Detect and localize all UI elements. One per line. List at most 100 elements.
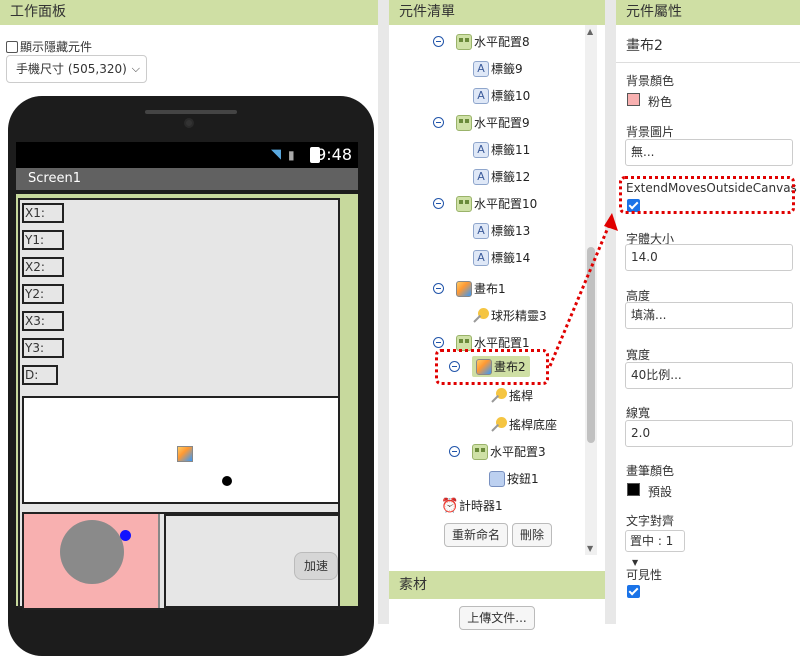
vertical-arrangement[interactable]: X1: Y1: X2: Y2: X3: Y3: D: 加速 [18, 198, 340, 610]
viewer-panel: 工作面板 顯示隱藏元件 手機尺寸 (505,320) ⌵ ◥ ▮ 9:48 Sc… [0, 0, 378, 656]
arrangement-icon [456, 195, 472, 212]
label-x3[interactable]: X3: [22, 311, 64, 331]
tree-item-joystick-base[interactable]: 搖桿底座 [491, 416, 557, 433]
tree-item-label: 標籤10 [491, 89, 531, 103]
status-time: 9:48 [316, 145, 352, 164]
tree-item-hbox9[interactable]: 水平配置9 [433, 114, 530, 131]
scroll-down-icon[interactable]: ▼ [587, 544, 593, 553]
bg-color-label: 背景顏色 [626, 74, 675, 88]
viewer-title: 工作面板 [0, 0, 378, 25]
tree-item-label: 標籤12 [491, 170, 531, 184]
upload-file-button[interactable]: 上傳文件... [459, 606, 535, 630]
width-field[interactable]: 40比例... [625, 362, 793, 389]
canvas-icon [177, 446, 193, 462]
tree-item-label12[interactable]: A 標籤12 [473, 168, 530, 185]
tree-item-hbox8[interactable]: 水平配置8 [433, 33, 530, 50]
tree-scrollbar[interactable]: ▲ ▼ [585, 25, 597, 555]
components-title: 元件清單 [389, 0, 605, 25]
tree-item-label: 標籤13 [491, 224, 531, 238]
screen-title-bar: Screen1 [16, 168, 358, 190]
line-width-field[interactable]: 2.0 [625, 420, 793, 447]
tree-item-hbox10[interactable]: 水平配置10 [433, 195, 537, 212]
tree-item-label: 球形精靈3 [491, 309, 547, 323]
label-x2[interactable]: X2: [22, 257, 64, 277]
tree-item-label10[interactable]: A 標籤10 [473, 87, 530, 104]
rename-button[interactable]: 重新命名 [444, 523, 508, 547]
height-field[interactable]: 填滿... [625, 302, 793, 329]
arrangement-icon [456, 114, 472, 131]
label-icon: A [473, 168, 489, 185]
bg-image-field[interactable]: 無... [625, 139, 793, 166]
collapse-icon[interactable] [433, 198, 444, 209]
canvas2[interactable] [24, 514, 160, 608]
collapse-icon[interactable] [433, 36, 444, 47]
scrollbar-thumb[interactable] [587, 247, 595, 443]
arrangement-icon [456, 33, 472, 50]
button-icon [489, 470, 505, 487]
tree-item-ball3[interactable]: 球形精靈3 [473, 307, 547, 324]
checkbox-box[interactable] [6, 40, 18, 53]
label-y2[interactable]: Y2: [22, 284, 64, 304]
tree-item-label: 標籤9 [491, 62, 523, 76]
label-d[interactable]: D: [22, 365, 58, 385]
show-hidden-label: 顯示隱藏元件 [20, 40, 93, 54]
tree-item-label: 水平配置8 [474, 35, 530, 49]
paint-color-swatch[interactable] [627, 483, 640, 496]
tree-item-label13[interactable]: A 標籤13 [473, 222, 530, 239]
paint-color-value[interactable]: 預設 [648, 483, 672, 500]
font-size-field[interactable]: 14.0 [625, 244, 793, 271]
canvas1[interactable] [22, 396, 340, 504]
timer-icon: ⏰ [441, 497, 459, 514]
scroll-up-icon[interactable]: ▲ [587, 27, 593, 36]
label-icon: A [473, 60, 489, 77]
tree-item-label14[interactable]: A 標籤14 [473, 249, 530, 266]
label-icon: A [473, 222, 489, 239]
label-y3[interactable]: Y3: [22, 338, 64, 358]
label-icon: A [473, 141, 489, 158]
collapse-icon[interactable] [433, 283, 444, 294]
phone-mockup: ◥ ▮ 9:48 Screen1 X1: Y1: X2: Y2: X3: Y3:… [8, 96, 374, 656]
tree-item-label: 搖桿 [509, 389, 534, 403]
horizontal-arrangement-3[interactable]: 加速 [164, 514, 340, 608]
tree-item-label: 水平配置3 [490, 445, 546, 459]
tree-item-label: 搖桿底座 [509, 418, 558, 432]
wifi-icon: ◥ [271, 147, 281, 162]
bg-color-value[interactable]: 粉色 [648, 93, 672, 110]
components-panel: 元件清單 水平配置8 A 標籤9 A 標籤10 水平配置9 A 標籤11 A 標… [389, 0, 605, 630]
tree-item-canvas1[interactable]: 畫布1 [433, 280, 506, 297]
tree-item-label: 水平配置9 [474, 116, 530, 130]
text-align-label: 文字對齊 [626, 514, 675, 528]
ball-sprite[interactable] [222, 476, 232, 486]
label-y1[interactable]: Y1: [22, 230, 64, 250]
bg-image-label: 背景圖片 [626, 125, 675, 139]
collapse-icon[interactable] [433, 117, 444, 128]
text-align-select[interactable]: 置中 : 1 ▼ [625, 530, 685, 567]
tree-item-hbox3[interactable]: 水平配置3 [449, 443, 546, 460]
delete-button[interactable]: 刪除 [512, 523, 552, 547]
speed-button[interactable]: 加速 [294, 552, 338, 580]
collapse-icon[interactable] [449, 446, 460, 457]
status-bar: ◥ ▮ 9:48 [16, 142, 358, 168]
tree-item-label11[interactable]: A 標籤11 [473, 141, 530, 158]
component-tree: 水平配置8 A 標籤9 A 標籤10 水平配置9 A 標籤11 A 標籤12 水… [389, 25, 585, 555]
sprite-icon [491, 416, 507, 433]
tree-item-joystick[interactable]: 搖桿 [491, 387, 533, 404]
bg-color-swatch[interactable] [627, 93, 640, 106]
label-x1[interactable]: X1: [22, 203, 64, 223]
media-title: 素材 [389, 571, 605, 599]
visible-label: 可見性 [626, 568, 663, 582]
properties-panel: 元件屬性 畫布2 背景顏色 粉色 背景圖片 無... ExtendMovesOu… [616, 0, 800, 624]
visible-checkbox[interactable] [627, 585, 640, 598]
device-size-select[interactable]: 手機尺寸 (505,320) ⌵ [6, 55, 147, 83]
tree-item-label9[interactable]: A 標籤9 [473, 60, 523, 77]
show-hidden-checkbox[interactable]: 顯示隱藏元件 [6, 38, 92, 55]
paint-color-label: 畫筆顏色 [626, 464, 675, 478]
sprite-icon [473, 307, 489, 324]
collapse-icon[interactable] [433, 337, 444, 348]
horizontal-arrangement-1[interactable]: 加速 [22, 512, 340, 610]
tree-item-button1[interactable]: 按鈕1 [489, 470, 539, 487]
tree-item-timer1[interactable]: ⏰ 計時器1 [441, 497, 503, 514]
joystick-base[interactable] [60, 520, 124, 584]
joystick-knob[interactable] [120, 530, 131, 541]
tree-item-label: 計時器1 [459, 499, 503, 513]
